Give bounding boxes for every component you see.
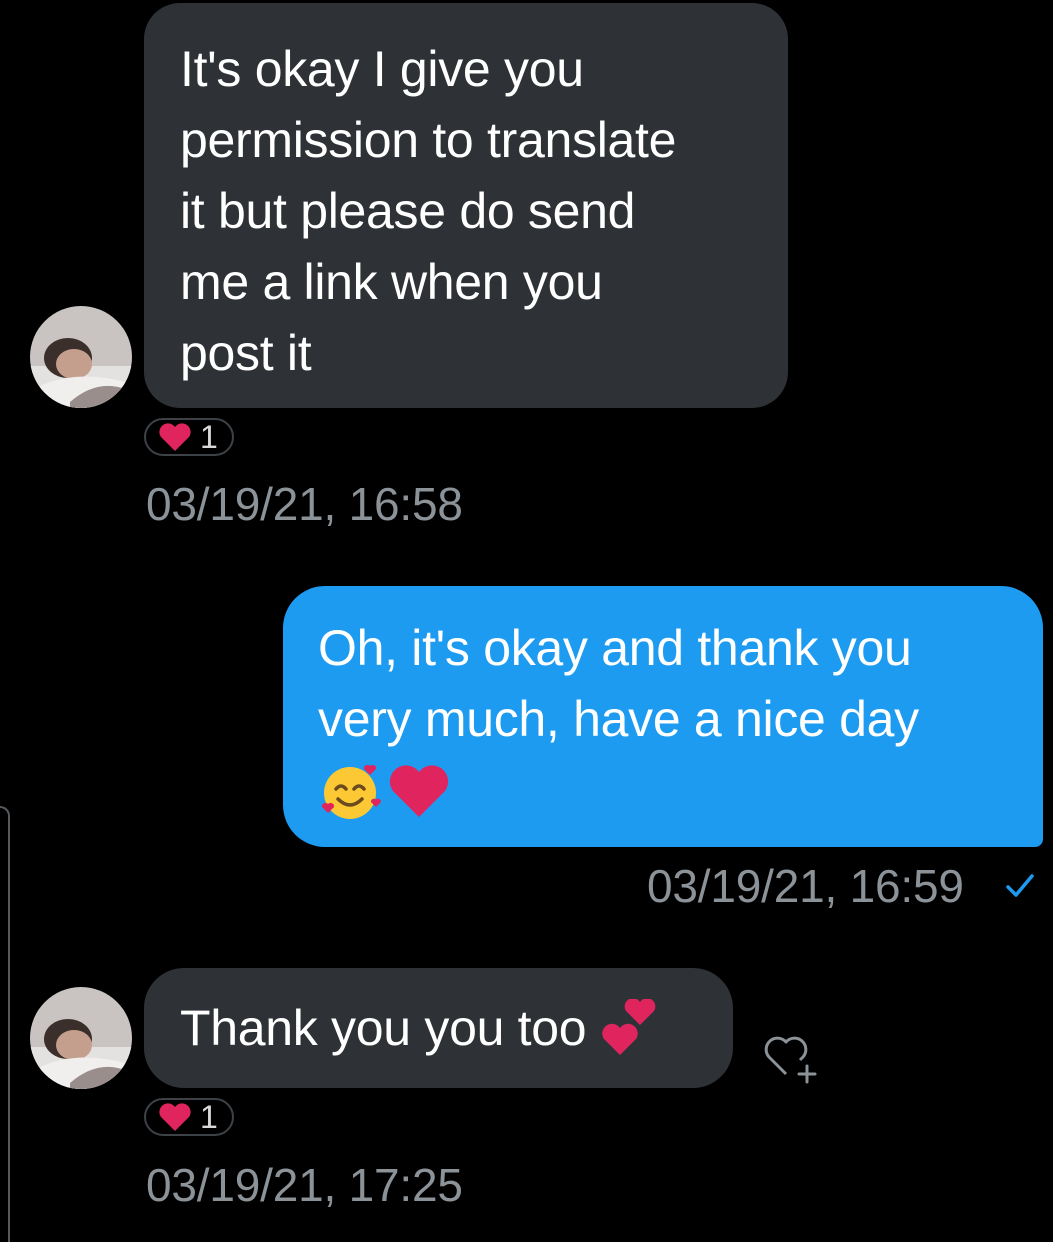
message-timestamp: 03/19/21, 16:58 [146, 478, 463, 530]
message-text: It's okay I give you permission to trans… [180, 41, 677, 381]
reaction-count: 1 [200, 1099, 218, 1135]
reaction-badge[interactable]: 1 [144, 1098, 234, 1136]
add-reaction-icon[interactable] [760, 1028, 820, 1084]
heart-icon [159, 423, 191, 451]
message-bubble-incoming[interactable]: It's okay I give you permission to trans… [144, 3, 788, 408]
message-bubble-incoming[interactable]: Thank you you too [144, 968, 733, 1088]
sidebar-edge-line [0, 806, 10, 1242]
reaction-count: 1 [200, 419, 218, 455]
message-text: Thank you you too [180, 1000, 587, 1056]
message-timestamp: 03/19/21, 17:25 [146, 1159, 463, 1211]
read-check-icon [1006, 874, 1034, 897]
avatar[interactable] [30, 306, 132, 408]
avatar-photo [30, 987, 132, 1089]
avatar-photo [30, 306, 132, 408]
message-bubble-outgoing[interactable]: Oh, it's okay and thank you very much, h… [283, 586, 1043, 847]
smiling-face-with-hearts-emoji [321, 764, 382, 819]
two-hearts-emoji [602, 999, 656, 1055]
message-timestamp: 03/19/21, 16:59 [647, 860, 964, 912]
avatar[interactable] [30, 987, 132, 1089]
red-heart-emoji [389, 765, 449, 817]
reaction-badge[interactable]: 1 [144, 418, 234, 456]
message-text: Oh, it's okay and thank you very much, h… [318, 620, 919, 747]
heart-icon [159, 1103, 191, 1131]
